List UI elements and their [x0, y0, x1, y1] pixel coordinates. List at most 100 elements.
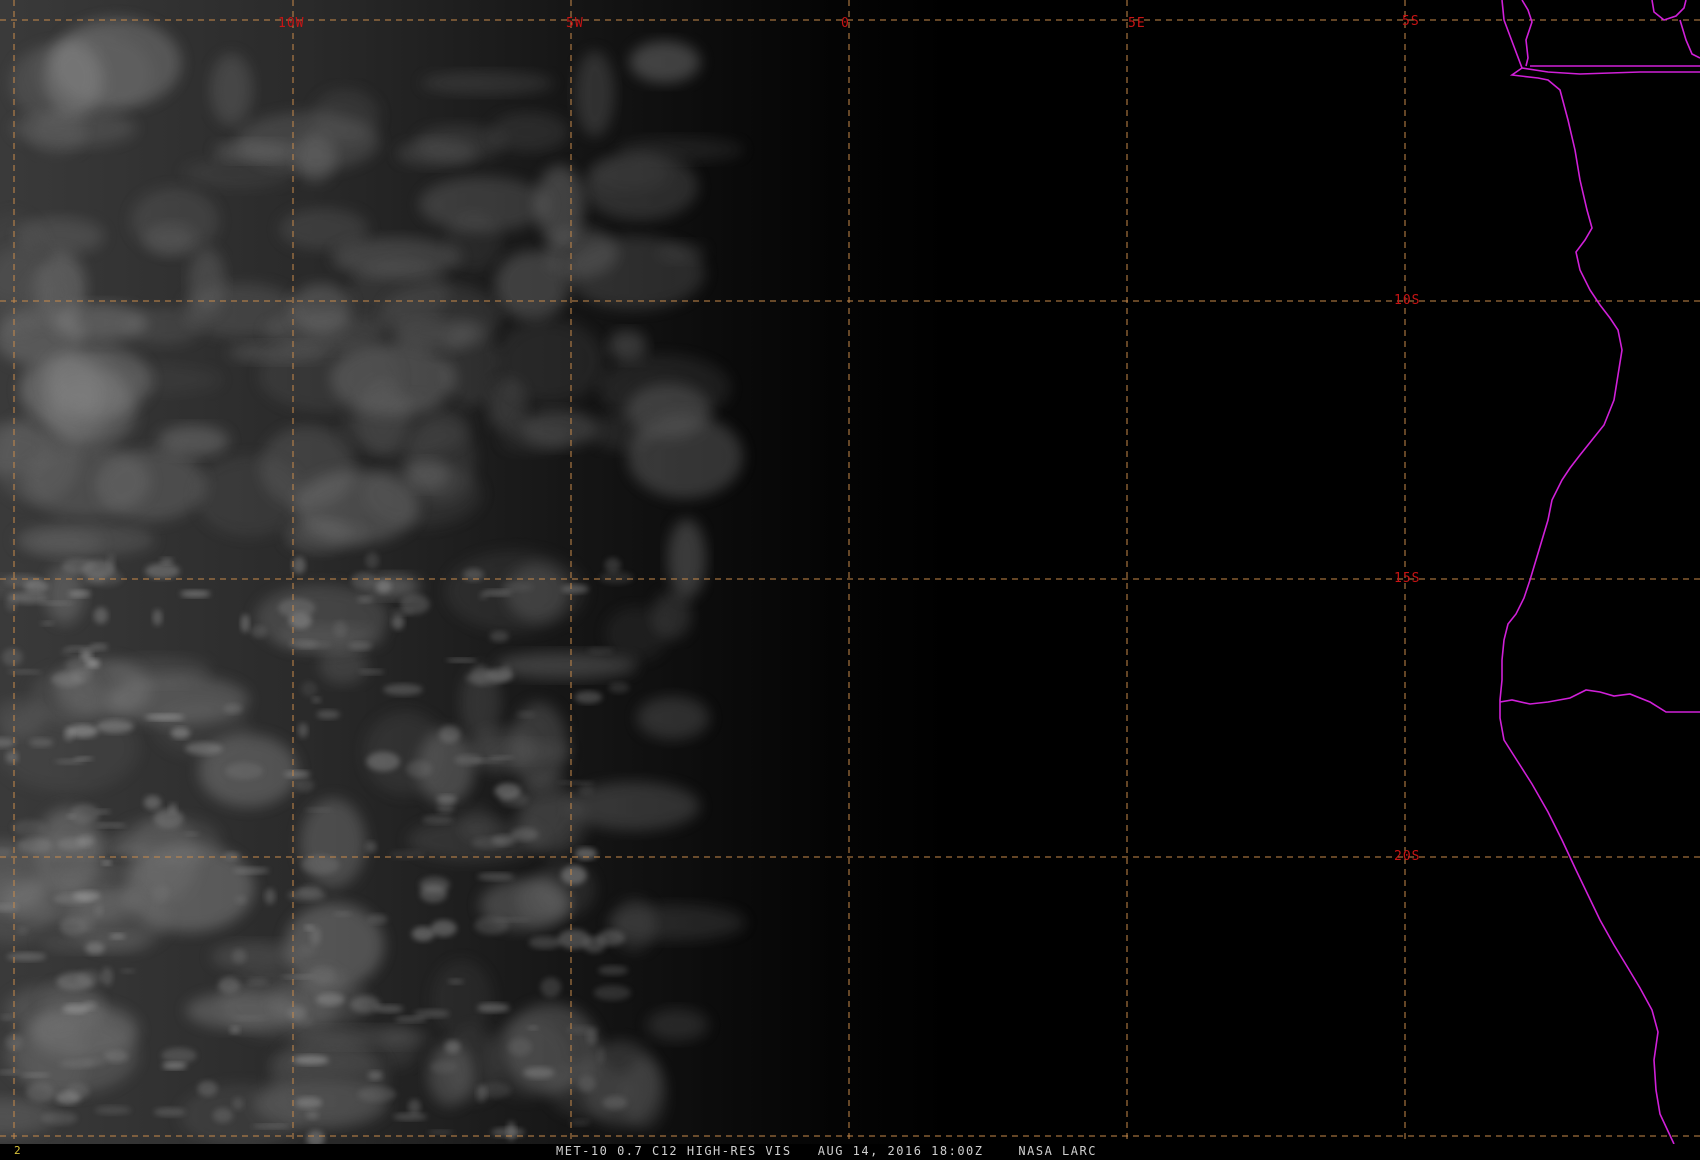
- cloud-streak: [251, 1124, 291, 1129]
- cloud-streak: [153, 1107, 186, 1117]
- cloud-streak: [79, 1057, 103, 1065]
- cloud-streak: [411, 926, 435, 942]
- cloud-streak: [16, 926, 29, 935]
- cloud-streak: [96, 719, 134, 734]
- cloud-streak: [6, 669, 42, 675]
- lon-label-5e: 5E: [1128, 16, 1146, 31]
- cloud-blob: [380, 282, 502, 350]
- cloud-streak: [20, 1072, 51, 1078]
- cloud-streak: [516, 711, 536, 718]
- cloud-streak: [365, 552, 380, 569]
- cloud-streak: [506, 1121, 516, 1141]
- lon-label-0: 0: [841, 16, 850, 31]
- cloud-streak: [280, 974, 315, 979]
- cloud-streak: [5, 592, 17, 612]
- cloud-streak: [316, 993, 345, 1006]
- cloud-streak: [569, 1119, 591, 1127]
- cloud-streak: [383, 683, 423, 696]
- cloud-blob: [495, 651, 638, 680]
- cloud-streak: [145, 714, 185, 721]
- cloud-streak: [356, 596, 374, 603]
- cloud-streak: [110, 843, 149, 858]
- cloud-blob: [629, 41, 701, 83]
- cloud-streak: [223, 703, 243, 714]
- cloud-streak: [574, 691, 603, 704]
- cloud-streak: [502, 582, 535, 592]
- cloud-streak: [311, 696, 322, 704]
- cloud-blob: [214, 140, 297, 162]
- cloud-streak: [400, 594, 430, 615]
- cloud-blob: [515, 876, 567, 923]
- cloud-streak: [446, 658, 477, 663]
- cloud-streak: [85, 942, 105, 955]
- cloud-streak: [578, 784, 594, 796]
- cloud-streak: [250, 625, 268, 638]
- cloud-streak: [143, 795, 162, 810]
- cloud-streak: [109, 933, 126, 940]
- cloud-streak: [358, 669, 385, 675]
- lon-label-10w: 10W: [278, 16, 304, 31]
- cloud-blob: [495, 319, 605, 404]
- cloud-streak: [482, 589, 513, 597]
- cloud-streak: [73, 756, 94, 761]
- cloud-streak: [304, 924, 314, 931]
- cloud-streak: [170, 727, 191, 739]
- cloud-blob: [575, 50, 615, 137]
- cloud-streak: [197, 1080, 218, 1097]
- cloud-streak: [232, 1097, 244, 1110]
- cloud-blob: [294, 470, 419, 544]
- cloud-blob: [431, 960, 493, 1039]
- cloud-streak: [348, 641, 373, 651]
- cloud-streak: [103, 1050, 129, 1063]
- cloud-streak: [151, 884, 170, 903]
- cloud-streak: [574, 847, 598, 860]
- cloud-blob: [418, 176, 549, 232]
- cloud-streak: [233, 867, 270, 875]
- cloud-streak: [437, 803, 455, 814]
- cloud-streak: [64, 645, 97, 652]
- cloud-streak: [94, 1105, 132, 1115]
- cloud-streak: [477, 1003, 510, 1013]
- cloud-blob: [60, 861, 135, 883]
- cloud-streak: [264, 888, 276, 905]
- cloud-streak: [38, 601, 74, 606]
- cloud-streak: [527, 1025, 539, 1031]
- cloud-streak: [295, 1096, 323, 1109]
- cloud-streak: [67, 724, 99, 738]
- cloud-streak: [333, 911, 352, 917]
- cloud-streak: [598, 965, 629, 976]
- cloud-streak: [447, 978, 464, 985]
- cloud-streak: [184, 831, 200, 837]
- image-footer: 2 MET-10 0.7 C12 HIGH-RES VIS AUG 14, 20…: [0, 1144, 1700, 1160]
- cloud-streak: [523, 1067, 555, 1079]
- cloud-blob: [566, 236, 705, 310]
- cloud-blob: [44, 346, 152, 416]
- cloud-streak: [185, 742, 223, 755]
- cloud-streak: [367, 1070, 383, 1081]
- cloud-blob: [500, 424, 569, 454]
- frame-number: 2: [14, 1144, 21, 1157]
- cloud-streak: [391, 614, 405, 630]
- cloud-streak: [161, 1047, 197, 1064]
- cloud-streak: [528, 936, 562, 949]
- cloud-streak: [224, 762, 264, 780]
- cloud-streak: [284, 770, 311, 778]
- cloud-streak: [168, 802, 177, 814]
- cloud-blob: [288, 1026, 431, 1048]
- cloud-streak: [76, 969, 102, 987]
- cloud-blob: [490, 112, 570, 152]
- cloud-streak: [233, 1015, 267, 1021]
- cloud-streak: [26, 1082, 55, 1103]
- cloud-streak: [422, 815, 454, 825]
- cloud-blob: [25, 530, 103, 557]
- cloud-streak: [578, 1075, 596, 1092]
- cloud-streak: [212, 1107, 233, 1123]
- cloud-streak: [586, 1029, 598, 1045]
- cloud-streak: [82, 1001, 97, 1011]
- cloud-streak: [419, 884, 448, 903]
- cloud-blob: [258, 339, 400, 412]
- cloud-streak: [357, 1086, 397, 1102]
- cloud-blob: [188, 248, 226, 316]
- cloud-streak: [430, 920, 457, 937]
- image-caption: MET-10 0.7 C12 HIGH-RES VIS AUG 14, 2016…: [556, 1144, 1097, 1158]
